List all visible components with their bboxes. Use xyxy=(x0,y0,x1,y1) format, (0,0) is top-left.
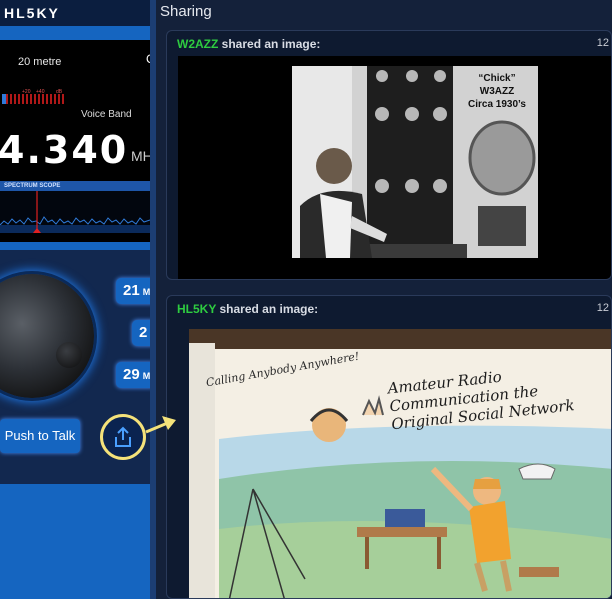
preset-button-2[interactable]: 2 xyxy=(132,320,150,346)
band-label: 20 metre xyxy=(18,56,62,68)
share-image-button[interactable] xyxy=(100,414,146,460)
shared-image-frame[interactable]: “Chick” W3AZZ Circa 1930’s xyxy=(178,56,611,279)
share-upload-icon xyxy=(115,426,131,447)
preset-button-21[interactable]: 21 M xyxy=(116,278,150,304)
preset-button-29[interactable]: 29 M xyxy=(116,362,150,388)
meter-label-1: +20 xyxy=(22,89,31,95)
signal-meter: +20 +40 dB xyxy=(2,89,64,104)
sharing-panel: Sharing W2AZZ shared an image: 12 “Chick… xyxy=(156,0,612,599)
photo-caption: “Chick” W3AZZ Circa 1930’s xyxy=(467,73,526,110)
frequency-unit: MH xyxy=(131,148,150,164)
tuning-knob[interactable] xyxy=(0,274,94,398)
sharing-title: Sharing xyxy=(160,3,212,20)
radio-panel: HL5KY 20 metre C +20 +40 dB Voice Band 4… xyxy=(0,0,150,599)
post-header: HL5KY shared an image: xyxy=(177,302,318,316)
shared-post: W2AZZ shared an image: 12 “Chick” W3AZZ … xyxy=(166,30,612,280)
push-to-talk-button[interactable]: Push to Talk xyxy=(0,419,80,453)
spectrum-scope[interactable] xyxy=(0,191,150,233)
app-brand: HL5KY xyxy=(4,5,60,21)
post-time: 12 xyxy=(596,302,609,314)
spectrum-scope-label: SPECTRUM SCOPE xyxy=(0,181,150,191)
post-time: 12 xyxy=(596,37,609,49)
meter-label-2: +40 xyxy=(36,89,45,95)
shared-image-frame[interactable]: Calling Anybody Anywhere! Amateur Radio … xyxy=(189,329,611,598)
top-bar: HL5KY xyxy=(0,0,150,26)
post-action: shared an image: xyxy=(221,37,321,51)
knob-indicator xyxy=(56,342,82,368)
panel-bottom xyxy=(0,484,150,599)
frequency-readout: 4.340 xyxy=(0,128,129,172)
post-username[interactable]: HL5KY xyxy=(177,302,216,316)
radio-display: 20 metre C +20 +40 dB Voice Band 4.340 M… xyxy=(0,40,150,242)
post-username[interactable]: W2AZZ xyxy=(177,37,218,51)
meter-label-3: dB xyxy=(56,89,63,95)
shared-photo[interactable]: “Chick” W3AZZ Circa 1930’s xyxy=(292,66,538,258)
mode-label: Voice Band xyxy=(81,109,132,120)
shared-post: HL5KY shared an image: 12 Calling Anybod… xyxy=(166,295,612,599)
post-action: shared an image: xyxy=(219,302,319,316)
post-header: W2AZZ shared an image: xyxy=(177,37,320,51)
